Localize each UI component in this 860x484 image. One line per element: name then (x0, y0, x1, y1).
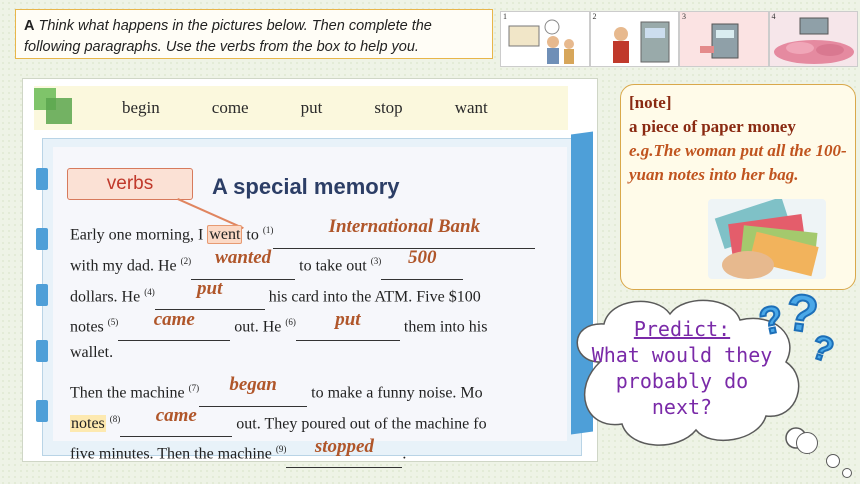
picture-number: 3 (682, 12, 686, 21)
answer-6: put (335, 308, 361, 330)
money-out-illustration (680, 12, 768, 66)
money-photo (708, 199, 826, 279)
story-text: Early one morning, I went to (1) Internat… (70, 216, 590, 469)
story-title: A special memory (212, 174, 400, 199)
instruction-text: Think what happens in the pictures below… (24, 18, 432, 55)
picture-number: 2 (592, 12, 597, 21)
binder-tab (36, 168, 48, 190)
binder-tab (36, 284, 48, 306)
text-run: to make a funny noise. Mo (311, 384, 483, 402)
picture-number: 1 (503, 12, 507, 21)
note-definition: a piece of paper money (629, 117, 796, 136)
text-run: wallet. (70, 344, 114, 362)
answer-5: came (153, 308, 195, 330)
atm-scene-illustration (508, 19, 574, 64)
money-pile-illustration (769, 12, 858, 66)
answer-7: began (229, 374, 277, 396)
answer-blank[interactable]: wanted (191, 247, 296, 280)
decor-square (46, 98, 72, 124)
predict-prompt: Predict: What would they probably do nex… (582, 316, 782, 420)
instruction-label: A (24, 18, 35, 34)
thought-bubble (842, 468, 852, 478)
text-run: . (402, 445, 407, 463)
blank-number: (5) (107, 317, 119, 328)
instruction-box: A Think what happens in the pictures bel… (15, 9, 493, 59)
answer-blank[interactable]: stopped (286, 436, 403, 469)
blank-number: (8) (109, 413, 121, 424)
answer-blank[interactable]: put (295, 309, 400, 342)
blank-number: (6) (285, 317, 296, 328)
picture-strip: 1 2 3 4 (500, 11, 858, 67)
picture-3: 3 (679, 11, 769, 67)
answer-2: wanted (215, 247, 272, 269)
blank-number: (2) (180, 255, 192, 266)
answer-blank[interactable]: 500 (381, 247, 464, 280)
blank-number: (4) (144, 286, 155, 297)
atm-card-illustration (612, 21, 669, 63)
text-run: dollars. He (70, 287, 141, 305)
text-run: with my dad. He (70, 257, 177, 275)
text-run: to take out (299, 257, 367, 275)
word-item: want (454, 98, 488, 117)
text-run: five minutes. Then the machine (70, 445, 272, 463)
answer-blank[interactable]: International Bank (273, 216, 536, 249)
picture-2: 2 (589, 11, 679, 67)
binder-tab (36, 400, 48, 422)
thought-bubble (796, 432, 818, 454)
thought-bubble (826, 454, 840, 468)
text-run: his card into the ATM. Five $100 (268, 287, 481, 305)
word-item: put (300, 98, 323, 117)
answer-3: 500 (407, 247, 437, 269)
text-run: Early one morning, I (70, 226, 204, 244)
word-item: come (211, 98, 249, 117)
answer-8: came (155, 404, 197, 426)
paragraph-1: Early one morning, I went to (1) Internat… (70, 216, 590, 366)
answer-9: stopped (314, 435, 374, 457)
verbs-callout: verbs (67, 168, 193, 200)
blank-number: (1) (262, 225, 274, 235)
answer-4: put (197, 277, 223, 299)
binder-tab (36, 340, 48, 362)
word-box: begin come put stop want (34, 86, 568, 130)
text-run: them into his (403, 318, 488, 336)
text-run: out. They poured out of the machine fo (236, 414, 487, 432)
blank-number: (3) (370, 255, 382, 266)
picture-4: 4 (768, 11, 858, 67)
highlight-notes: notes (70, 414, 106, 432)
paragraph-2: Then the machine (7) began to make a funn… (70, 374, 590, 469)
answer-blank[interactable]: put (154, 278, 265, 311)
note-example: e.g.The woman put all the 100-yuan notes… (629, 141, 847, 184)
text-run: Then the machine (70, 384, 185, 402)
predict-question: What would they probably do next? (591, 343, 773, 419)
text-run: out. He (234, 318, 282, 336)
answer-blank[interactable]: came (120, 405, 233, 438)
word-item: begin (122, 98, 160, 117)
predict-label: Predict: (633, 317, 731, 341)
blank-number: (9) (275, 444, 287, 455)
blank-number: (7) (188, 382, 200, 393)
note-heading: [note] (629, 93, 672, 112)
word-list: begin come put stop want (122, 98, 540, 118)
text-run: to (246, 226, 259, 244)
answer-1: International Bank (328, 216, 481, 238)
picture-number: 4 (771, 12, 776, 21)
binder-tab (36, 228, 48, 250)
picture-1: 1 (500, 11, 590, 67)
text-run: notes (70, 318, 104, 336)
word-item: stop (374, 98, 403, 117)
highlight-went: went (207, 225, 243, 245)
answer-blank[interactable]: began (199, 374, 308, 407)
answer-blank[interactable]: came (118, 309, 231, 342)
